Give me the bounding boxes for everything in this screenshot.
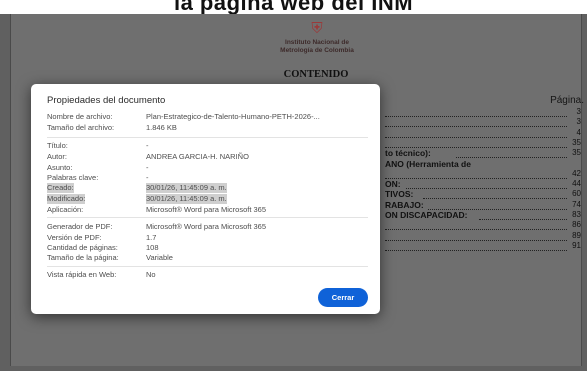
prop-label: Vista rápida en Web: [47, 270, 117, 279]
prop-label: Cantidad de páginas: [47, 243, 118, 252]
close-button[interactable]: Cerrar [318, 288, 368, 307]
toc-leader-dots [385, 249, 567, 251]
prop-author: Autor: ANDREA GARCIA-H. NARIÑO [47, 152, 369, 163]
prop-pdf-producer: Generador de PDF: Microsoft® Word para M… [47, 222, 369, 233]
prop-value: 1.846 KB [146, 123, 177, 132]
prop-label: Tamaño del archivo: [47, 123, 115, 132]
prop-label: Nombre de archivo: [47, 112, 113, 121]
toc-entry-text: RABAJO: [385, 199, 424, 210]
toc-entry-text: ON DISCAPACIDAD: [385, 210, 468, 220]
toc-page-number: 35 [572, 148, 581, 158]
prop-file-size: Tamaño del archivo: 1.846 KB [47, 123, 369, 134]
toc-page-number: 3 [576, 107, 581, 116]
dialog-title: Propiedades del documento [47, 95, 166, 106]
prop-fast-web-view: Vista rápida en Web: No [47, 270, 369, 281]
institution-name: Instituto Nacional de Metrología de Colo… [280, 39, 354, 54]
prop-value: - [146, 163, 149, 172]
toc-row[interactable]: 91 [385, 241, 581, 252]
toc-page-number: 89 [572, 230, 581, 240]
divider [47, 137, 368, 138]
prop-value: Microsoft® Word para Microsoft 365 [146, 205, 267, 214]
prop-value: Plan-Estrategico-de-Talento-Humano-PETH-… [146, 112, 320, 121]
prop-value: Variable [146, 253, 173, 262]
prop-label: Autor: [47, 152, 68, 161]
prop-page-size: Tamaño de la página: Variable [47, 253, 369, 264]
prop-label: Creado: [47, 183, 74, 193]
caption-text: la página web del INM [173, 0, 414, 14]
document-properties-dialog: Propiedades del documento Nombre de arch… [31, 84, 380, 314]
prop-value: No [146, 270, 156, 279]
toc-entry-text: ON: [385, 179, 401, 190]
prop-label: Título: [47, 141, 68, 150]
prop-label: Versión de PDF: [47, 233, 102, 242]
prop-label: Asunto: [47, 163, 73, 172]
toc-page-number: 35 [572, 137, 581, 147]
prop-value: 30/01/26, 11:45:09 a. m. [146, 194, 227, 204]
toc-page-number: 44 [572, 179, 581, 189]
prop-label: Aplicación: [47, 205, 84, 214]
top-caption: la página web del INM [0, 0, 587, 14]
toc-page-column-label: Página. [550, 95, 584, 106]
toc-page-number: 74 [572, 199, 581, 209]
toc-page-number: 91 [572, 240, 581, 250]
prop-label: Generador de PDF: [47, 222, 113, 231]
prop-modified: Modificado: 30/01/26, 11:45:09 a. m. [47, 194, 369, 205]
divider [47, 217, 368, 218]
toc-entry-text: to técnico): [385, 148, 431, 159]
toc-page-number: 86 [572, 220, 581, 230]
toc-page-number: 42 [572, 168, 581, 178]
toc-entry-text: ANO (Herramienta de [385, 158, 471, 169]
prop-value: 30/01/26, 11:45:09 a. m. [146, 183, 227, 193]
prop-application: Aplicación: Microsoft® Word para Microso… [47, 205, 369, 216]
prop-created: Creado: 30/01/26, 11:45:09 a. m. [47, 183, 369, 194]
prop-label: Modificado: [47, 194, 86, 204]
prop-value: 108 [146, 243, 159, 252]
divider [47, 266, 368, 267]
prop-file-name: Nombre de archivo: Plan-Estrategico-de-T… [47, 112, 369, 123]
prop-value: - [146, 173, 149, 182]
prop-label: Palabras clave: [47, 173, 99, 182]
prop-value: 1.7 [146, 233, 157, 242]
toc-page-number: 60 [572, 189, 581, 199]
coat-of-arms-icon: ⛨ [311, 20, 323, 37]
prop-title: Título: - [47, 141, 369, 152]
toc-page-number: 83 [572, 210, 581, 219]
toc-entry-text: TIVOS: [385, 189, 414, 200]
prop-value: Microsoft® Word para Microsoft 365 [146, 222, 267, 231]
toc-heading: CONTENIDO [283, 69, 349, 80]
toc-page-number: 3 [576, 117, 581, 127]
prop-value: ANDREA GARCIA-H. NARIÑO [146, 152, 249, 161]
prop-value: - [146, 141, 149, 150]
toc-page-number: 4 [576, 127, 581, 137]
prop-label: Tamaño de la página: [47, 253, 119, 262]
